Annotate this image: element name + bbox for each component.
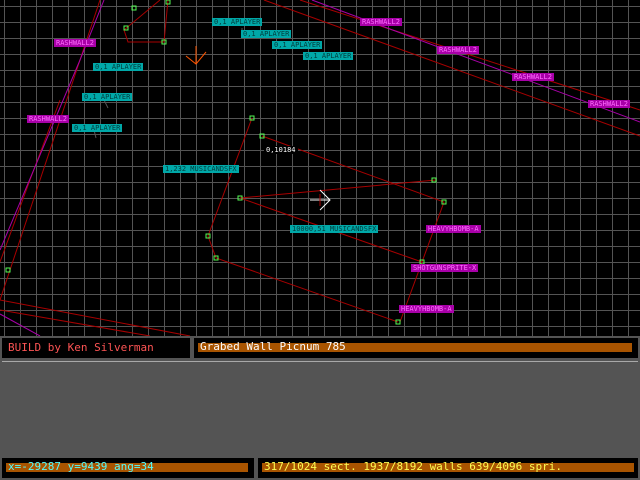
sprite-label[interactable]: 0,1 APLAYER	[93, 63, 144, 71]
wall-line	[0, 299, 191, 336]
status-message: Grabed Wall Picnum 785	[200, 340, 346, 353]
selected-sprite-label[interactable]: 0,10184	[264, 146, 298, 154]
sprite-label-magenta[interactable]: SHOTGUNSPRITE-X	[411, 264, 479, 272]
wall-label[interactable]: RASHWALL2	[360, 18, 402, 26]
wall-label[interactable]: RASHWALL2	[27, 115, 69, 123]
wall-label[interactable]: RASHWALL2	[588, 100, 630, 108]
wall-label[interactable]: RASHWALL2	[437, 46, 479, 54]
sprite-label[interactable]: 0,1 APLAYER	[72, 124, 123, 132]
wall-line	[0, 99, 61, 263]
map-stats: 317/1024 sect. 1937/8192 walls 639/4096 …	[264, 460, 563, 473]
sprite-label[interactable]: 10000,51 MUSICANDSFX	[290, 225, 379, 233]
sprite-label[interactable]: 0,1 APLAYER	[272, 41, 323, 49]
coords-readout: x=-29287 y=9439 ang=34	[8, 460, 154, 473]
sprite-label[interactable]: 0,1 APLAYER	[82, 93, 133, 101]
info-panel	[2, 361, 638, 456]
wall-label[interactable]: RASHWALL2	[54, 39, 96, 47]
map-canvas[interactable]	[0, 0, 640, 336]
sprite-label[interactable]: 0,1 APLAYER	[303, 52, 354, 60]
wall-label[interactable]: RASHWALL2	[512, 73, 554, 81]
sprite-label[interactable]: 1,232 MUSICANDSFX	[163, 165, 239, 173]
sprite-label-magenta[interactable]: HEAVYHBOMB-A	[399, 305, 454, 313]
sprite-label[interactable]: 0,1 APLAYER	[241, 30, 292, 38]
map-viewport[interactable]: 0,1 APLAYER 0,1 APLAYER 0,1 APLAYER 0,1 …	[0, 0, 640, 336]
app-title: BUILD by Ken Silverman	[8, 341, 154, 354]
sprite-label[interactable]: 0,1 APLAYER	[212, 18, 263, 26]
sprite-stem	[103, 99, 109, 109]
sprite-label-magenta[interactable]: HEAVYHBOMB-A	[426, 225, 481, 233]
